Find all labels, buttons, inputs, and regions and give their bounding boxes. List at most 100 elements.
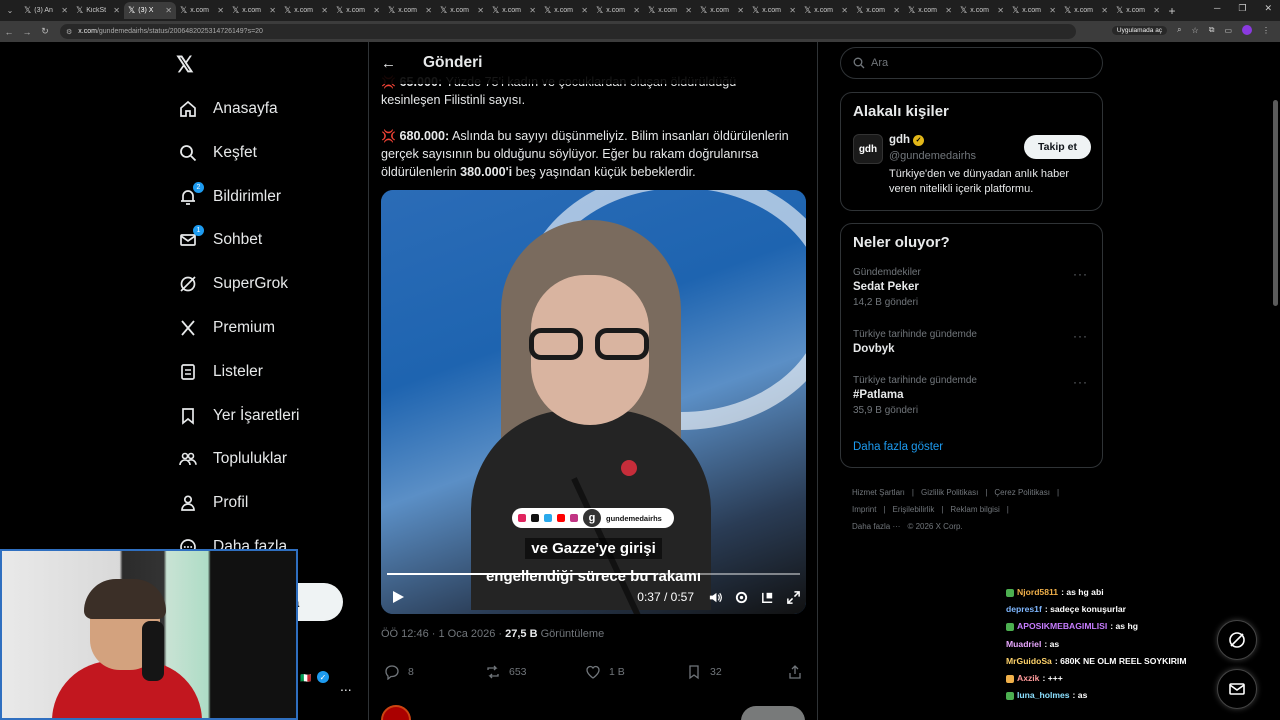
minimize-icon[interactable]: ─ xyxy=(1214,3,1220,14)
footer-link[interactable]: © 2026 X Corp. xyxy=(907,522,962,531)
like-button[interactable]: 1 B xyxy=(585,664,625,680)
trend-more-icon[interactable]: ··· xyxy=(1073,267,1088,281)
tab-close-icon[interactable]: ✕ xyxy=(1049,6,1056,15)
share-button[interactable] xyxy=(787,664,803,680)
sidebar-item-profile[interactable]: Profil xyxy=(177,489,248,517)
footer-link[interactable]: Imprint xyxy=(852,505,876,514)
reply-submit-button[interactable] xyxy=(741,706,805,720)
tab-close-icon[interactable]: ✕ xyxy=(945,6,952,15)
browser-tab[interactable]: 𝕏x.com ✕ xyxy=(228,2,280,19)
browser-tab[interactable]: 𝕏x.com ✕ xyxy=(800,2,852,19)
site-info-icon[interactable]: ⚙ xyxy=(66,28,72,36)
bookmark-star-icon[interactable]: ☆ xyxy=(1192,26,1199,35)
grok-fab-button[interactable] xyxy=(1217,620,1257,660)
trend-item[interactable]: Türkiye tarihinde gündemde Dovbyk ··· xyxy=(841,323,1102,369)
tab-close-icon[interactable]: ✕ xyxy=(373,6,380,15)
settings-gear-icon[interactable] xyxy=(728,590,754,605)
tab-close-icon[interactable]: ✕ xyxy=(529,6,536,15)
tab-close-icon[interactable]: ✕ xyxy=(477,6,484,15)
tab-close-icon[interactable]: ✕ xyxy=(841,6,848,15)
footer-link[interactable]: Reklam bilgisi xyxy=(950,505,999,514)
browser-tab[interactable]: 𝕏x.com ✕ xyxy=(436,2,488,19)
tab-close-icon[interactable]: ✕ xyxy=(581,6,588,15)
sidebar-item-home[interactable]: Anasayfa xyxy=(177,95,278,123)
sidebar-item-grok[interactable]: SuperGrok xyxy=(177,270,288,298)
repost-button[interactable]: 653 xyxy=(485,664,527,680)
trend-item[interactable]: Gündemdekiler Sedat Peker 14,2 B gönderi ··… xyxy=(841,261,1102,323)
browser-tab[interactable]: 𝕏x.com ✕ xyxy=(1112,2,1164,19)
back-arrow-icon[interactable]: ← xyxy=(381,55,405,72)
tab-close-icon[interactable]: ✕ xyxy=(893,6,900,15)
new-tab-button[interactable]: + xyxy=(1164,4,1180,18)
sidebar-item-bell[interactable]: 2 Bildirimler xyxy=(177,181,281,211)
tab-close-icon[interactable]: ✕ xyxy=(61,6,68,15)
browser-tab[interactable]: 𝕏x.com ✕ xyxy=(696,2,748,19)
trend-more-icon[interactable]: ··· xyxy=(1073,375,1088,389)
video-player[interactable]: g gundemedairhs ve Gazze'ye girişi engel… xyxy=(381,190,806,614)
footer-link[interactable]: Erişilebilirlik xyxy=(893,505,935,514)
tab-close-icon[interactable]: ✕ xyxy=(1153,6,1160,15)
zoom-icon[interactable]: ⌕ xyxy=(1177,25,1181,35)
close-window-icon[interactable]: ✕ xyxy=(1264,3,1272,14)
reload-icon[interactable]: ↻ xyxy=(36,26,54,37)
sidebar-item-mail[interactable]: 1 Sohbet xyxy=(177,225,262,254)
tab-close-icon[interactable]: ✕ xyxy=(321,6,328,15)
browser-tab[interactable]: 𝕏x.com ✕ xyxy=(852,2,904,19)
footer-link[interactable]: Gizlilik Politikası xyxy=(921,488,978,497)
footer-link[interactable]: Hizmet Şartları xyxy=(852,488,905,497)
browser-tab[interactable]: 𝕏x.com ✕ xyxy=(644,2,696,19)
footer-link[interactable]: Çerez Politikası xyxy=(994,488,1050,497)
sidebar-item-x-premium[interactable]: Premium xyxy=(177,314,275,342)
browser-tab[interactable]: 𝕏x.com ✕ xyxy=(956,2,1008,19)
browser-tab[interactable]: 𝕏x.com ✕ xyxy=(1060,2,1112,19)
browser-tab[interactable]: 𝕏x.com ✕ xyxy=(384,2,436,19)
account-more-icon[interactable]: ... xyxy=(340,678,352,694)
tab-close-icon[interactable]: ✕ xyxy=(789,6,796,15)
restore-icon[interactable]: ❐ xyxy=(1238,3,1246,14)
browser-tab[interactable]: 𝕏x.com ✕ xyxy=(1008,2,1060,19)
browser-tab[interactable]: 𝕏x.com ✕ xyxy=(280,2,332,19)
browser-tab[interactable]: 𝕏 (3) An ✕ xyxy=(20,2,72,19)
browser-menu-icon[interactable]: ⋮ xyxy=(1262,26,1270,35)
tab-close-icon[interactable]: ✕ xyxy=(425,6,432,15)
tab-close-icon[interactable]: ✕ xyxy=(997,6,1004,15)
tab-close-icon[interactable]: ✕ xyxy=(217,6,224,15)
follow-button[interactable]: Takip et xyxy=(1024,135,1091,159)
tab-close-icon[interactable]: ✕ xyxy=(633,6,640,15)
tab-close-icon[interactable]: ✕ xyxy=(269,6,276,15)
trend-more-icon[interactable]: ··· xyxy=(1073,329,1088,343)
volume-icon[interactable] xyxy=(702,590,728,605)
address-bar[interactable]: ⚙ x.com /gundemedairhs/status/2006482025… xyxy=(60,24,1076,39)
cast-icon[interactable]: ▭ xyxy=(1224,26,1232,35)
avatar[interactable]: gdh xyxy=(853,134,883,164)
open-in-app-button[interactable]: Uygulamada aç xyxy=(1111,25,1168,35)
browser-tab[interactable]: 𝕏x.com ✕ xyxy=(488,2,540,19)
browser-tab[interactable]: 𝕏x.com ✕ xyxy=(592,2,644,19)
bookmark-button[interactable]: 32 xyxy=(686,664,722,680)
tab-close-icon[interactable]: ✕ xyxy=(685,6,692,15)
browser-tab[interactable]: 𝕏 KickSt ✕ xyxy=(72,2,124,19)
fullscreen-icon[interactable] xyxy=(780,590,806,605)
sidebar-item-bookmark[interactable]: Yer İşaretleri xyxy=(177,402,299,430)
back-icon[interactable]: ← xyxy=(0,27,18,37)
tab-close-icon[interactable]: ✕ xyxy=(113,6,120,15)
tab-close-icon[interactable]: ✕ xyxy=(737,6,744,15)
person-name[interactable]: gdh ✓ xyxy=(889,134,925,146)
sidebar-item-list[interactable]: Listeler xyxy=(177,358,263,386)
related-person[interactable]: gdh gdh ✓ @gundemedairhs Türkiye'den ve … xyxy=(841,130,1102,200)
browser-tab[interactable]: 𝕏 (3) X ✕ xyxy=(124,2,176,19)
sidebar-item-community[interactable]: Topluluklar xyxy=(177,445,287,473)
extensions-icon[interactable]: ⧉ xyxy=(1209,25,1215,35)
browser-tab[interactable]: 𝕏x.com ✕ xyxy=(540,2,592,19)
page-scrollbar[interactable] xyxy=(1273,100,1278,306)
reply-button[interactable]: 8 xyxy=(384,664,414,680)
sidebar-item-search[interactable]: Keşfet xyxy=(177,139,257,167)
x-logo-icon[interactable]: 𝕏 xyxy=(176,52,194,78)
tab-close-icon[interactable]: ✕ xyxy=(165,6,172,15)
pip-icon[interactable] xyxy=(754,590,780,605)
tweet-timestamp[interactable]: ÖÖ 12:46 · 1 Oca 2026 · xyxy=(381,628,505,640)
browser-tab[interactable]: 𝕏x.com ✕ xyxy=(748,2,800,19)
show-more-link[interactable]: Daha fazla göster xyxy=(841,431,1102,465)
forward-icon[interactable]: → xyxy=(18,27,36,37)
trend-item[interactable]: Türkiye tarihinde gündemde #Patlama 35,9 B… xyxy=(841,369,1102,431)
